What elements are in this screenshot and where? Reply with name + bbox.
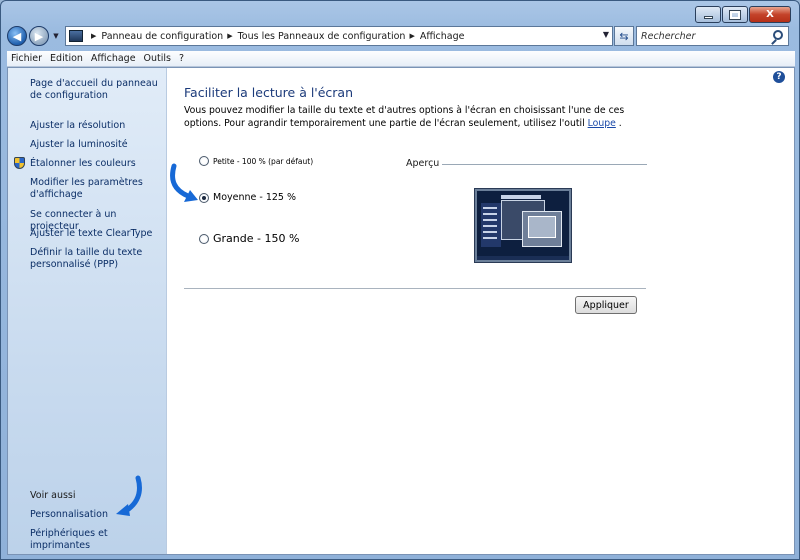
search-icon[interactable] — [773, 30, 783, 40]
sidebar-item-devices-printers[interactable]: Périphériques et imprimantes — [30, 528, 164, 552]
recent-pages-dropdown[interactable]: ▼ — [51, 32, 61, 40]
section-divider — [184, 288, 646, 289]
breadcrumb-separator-icon[interactable]: ▶ — [91, 32, 96, 40]
control-panel-icon — [69, 30, 83, 42]
menu-view[interactable]: Affichage — [91, 53, 136, 64]
navigation-bar: ◀ ▶ ▼ ▶ Panneau de configuration ▶ Tous … — [7, 25, 795, 47]
preview-start-menu — [481, 203, 501, 247]
breadcrumb-display[interactable]: Affichage — [420, 31, 465, 42]
preview-window-content — [528, 216, 556, 238]
menu-edit[interactable]: Edition — [50, 53, 83, 64]
preview-image — [475, 189, 571, 262]
caption-buttons: X — [695, 6, 791, 23]
close-button[interactable]: X — [749, 6, 791, 23]
main-panel: ? Faciliter la lecture à l'écran Vous po… — [170, 68, 789, 554]
content-area: Page d'accueil du panneau de configurati… — [7, 67, 795, 555]
menu-tools[interactable]: Outils — [144, 53, 171, 64]
refresh-button[interactable]: ⇆ — [614, 26, 634, 46]
sidebar-item-adjust-brightness[interactable]: Ajuster la luminosité — [30, 139, 164, 151]
description-end: . — [615, 118, 622, 129]
help-icon[interactable]: ? — [773, 71, 785, 83]
maximize-icon — [729, 9, 741, 20]
address-bar[interactable]: ▶ Panneau de configuration ▶ Tous les Pa… — [65, 26, 613, 46]
sidebar: Page d'accueil du panneau de configurati… — [8, 68, 167, 554]
menu-file[interactable]: Fichier — [11, 53, 42, 64]
minimize-button[interactable] — [695, 6, 721, 23]
preview-label: Aperçu — [406, 158, 440, 169]
sidebar-item-change-display-settings[interactable]: Modifier les paramètres d'affichage — [30, 177, 164, 201]
apply-button[interactable]: Appliquer — [575, 296, 637, 314]
shield-icon — [14, 157, 25, 169]
option-large-label: Grande - 150 % — [213, 232, 300, 245]
forward-arrow-icon: ▶ — [34, 29, 44, 43]
breadcrumb-separator-icon[interactable]: ▶ — [227, 32, 232, 40]
preview-row — [483, 237, 497, 239]
page-title: Faciliter la lecture à l'écran — [184, 85, 354, 100]
breadcrumb-separator-icon[interactable]: ▶ — [409, 32, 414, 40]
refresh-icon: ⇆ — [619, 29, 629, 43]
back-button[interactable]: ◀ — [7, 26, 27, 46]
magnifier-link[interactable]: Loupe — [588, 118, 616, 129]
sidebar-item-cleartype[interactable]: Ajuster le texte ClearType — [30, 228, 164, 240]
control-panel-window: X ◀ ▶ ▼ ▶ Panneau de configuration ▶ Tou… — [0, 0, 800, 560]
option-small-label: Petite - 100 % (par défaut) — [213, 156, 314, 166]
sidebar-item-calibrate-colors[interactable]: Étalonner les couleurs — [30, 158, 164, 170]
preview-row — [483, 213, 497, 215]
option-medium-label: Moyenne - 125 % — [213, 192, 297, 203]
menu-bar: Fichier Edition Affichage Outils ? — [7, 51, 795, 67]
preview-taskbar — [477, 256, 569, 260]
description-text: Vous pouvez modifier la taille du texte … — [184, 105, 625, 129]
option-medium[interactable]: Moyenne - 125 % — [199, 192, 296, 203]
search-placeholder: Rechercher — [641, 30, 696, 42]
radio-large[interactable] — [199, 233, 209, 244]
annotation-arrow-icon — [116, 475, 142, 516]
option-small[interactable]: Petite - 100 % (par défaut) — [199, 156, 313, 166]
minimize-icon — [703, 16, 713, 19]
preview-window-front — [522, 211, 562, 247]
preview-row — [483, 231, 497, 233]
search-input[interactable]: Rechercher — [636, 26, 789, 46]
forward-button[interactable]: ▶ — [29, 26, 49, 46]
close-icon: X — [766, 9, 774, 20]
sidebar-item-control-panel-home[interactable]: Page d'accueil du panneau de configurati… — [30, 78, 164, 102]
page-description: Vous pouvez modifier la taille du texte … — [184, 104, 654, 130]
preview-row — [483, 225, 497, 227]
breadcrumb: ▶ Panneau de configuration ▶ Tous les Pa… — [87, 31, 464, 42]
breadcrumb-control-panel[interactable]: Panneau de configuration — [101, 31, 223, 42]
sidebar-item-adjust-resolution[interactable]: Ajuster la résolution — [30, 120, 164, 132]
breadcrumb-all-control-panels[interactable]: Tous les Panneaux de configuration — [238, 31, 406, 42]
sidebar-item-custom-dpi[interactable]: Définir la taille du texte personnalisé … — [30, 247, 164, 271]
annotation-arrow-icon — [170, 163, 198, 202]
menu-help[interactable]: ? — [179, 53, 184, 64]
maximize-button[interactable] — [722, 6, 748, 23]
preview-toolbar — [501, 195, 541, 199]
preview-row — [483, 207, 497, 209]
preview-row — [483, 219, 497, 221]
back-arrow-icon: ◀ — [12, 29, 22, 43]
preview-divider — [442, 164, 647, 165]
address-dropdown-icon[interactable]: ▼ — [603, 30, 609, 39]
option-large[interactable]: Grande - 150 % — [199, 232, 299, 245]
